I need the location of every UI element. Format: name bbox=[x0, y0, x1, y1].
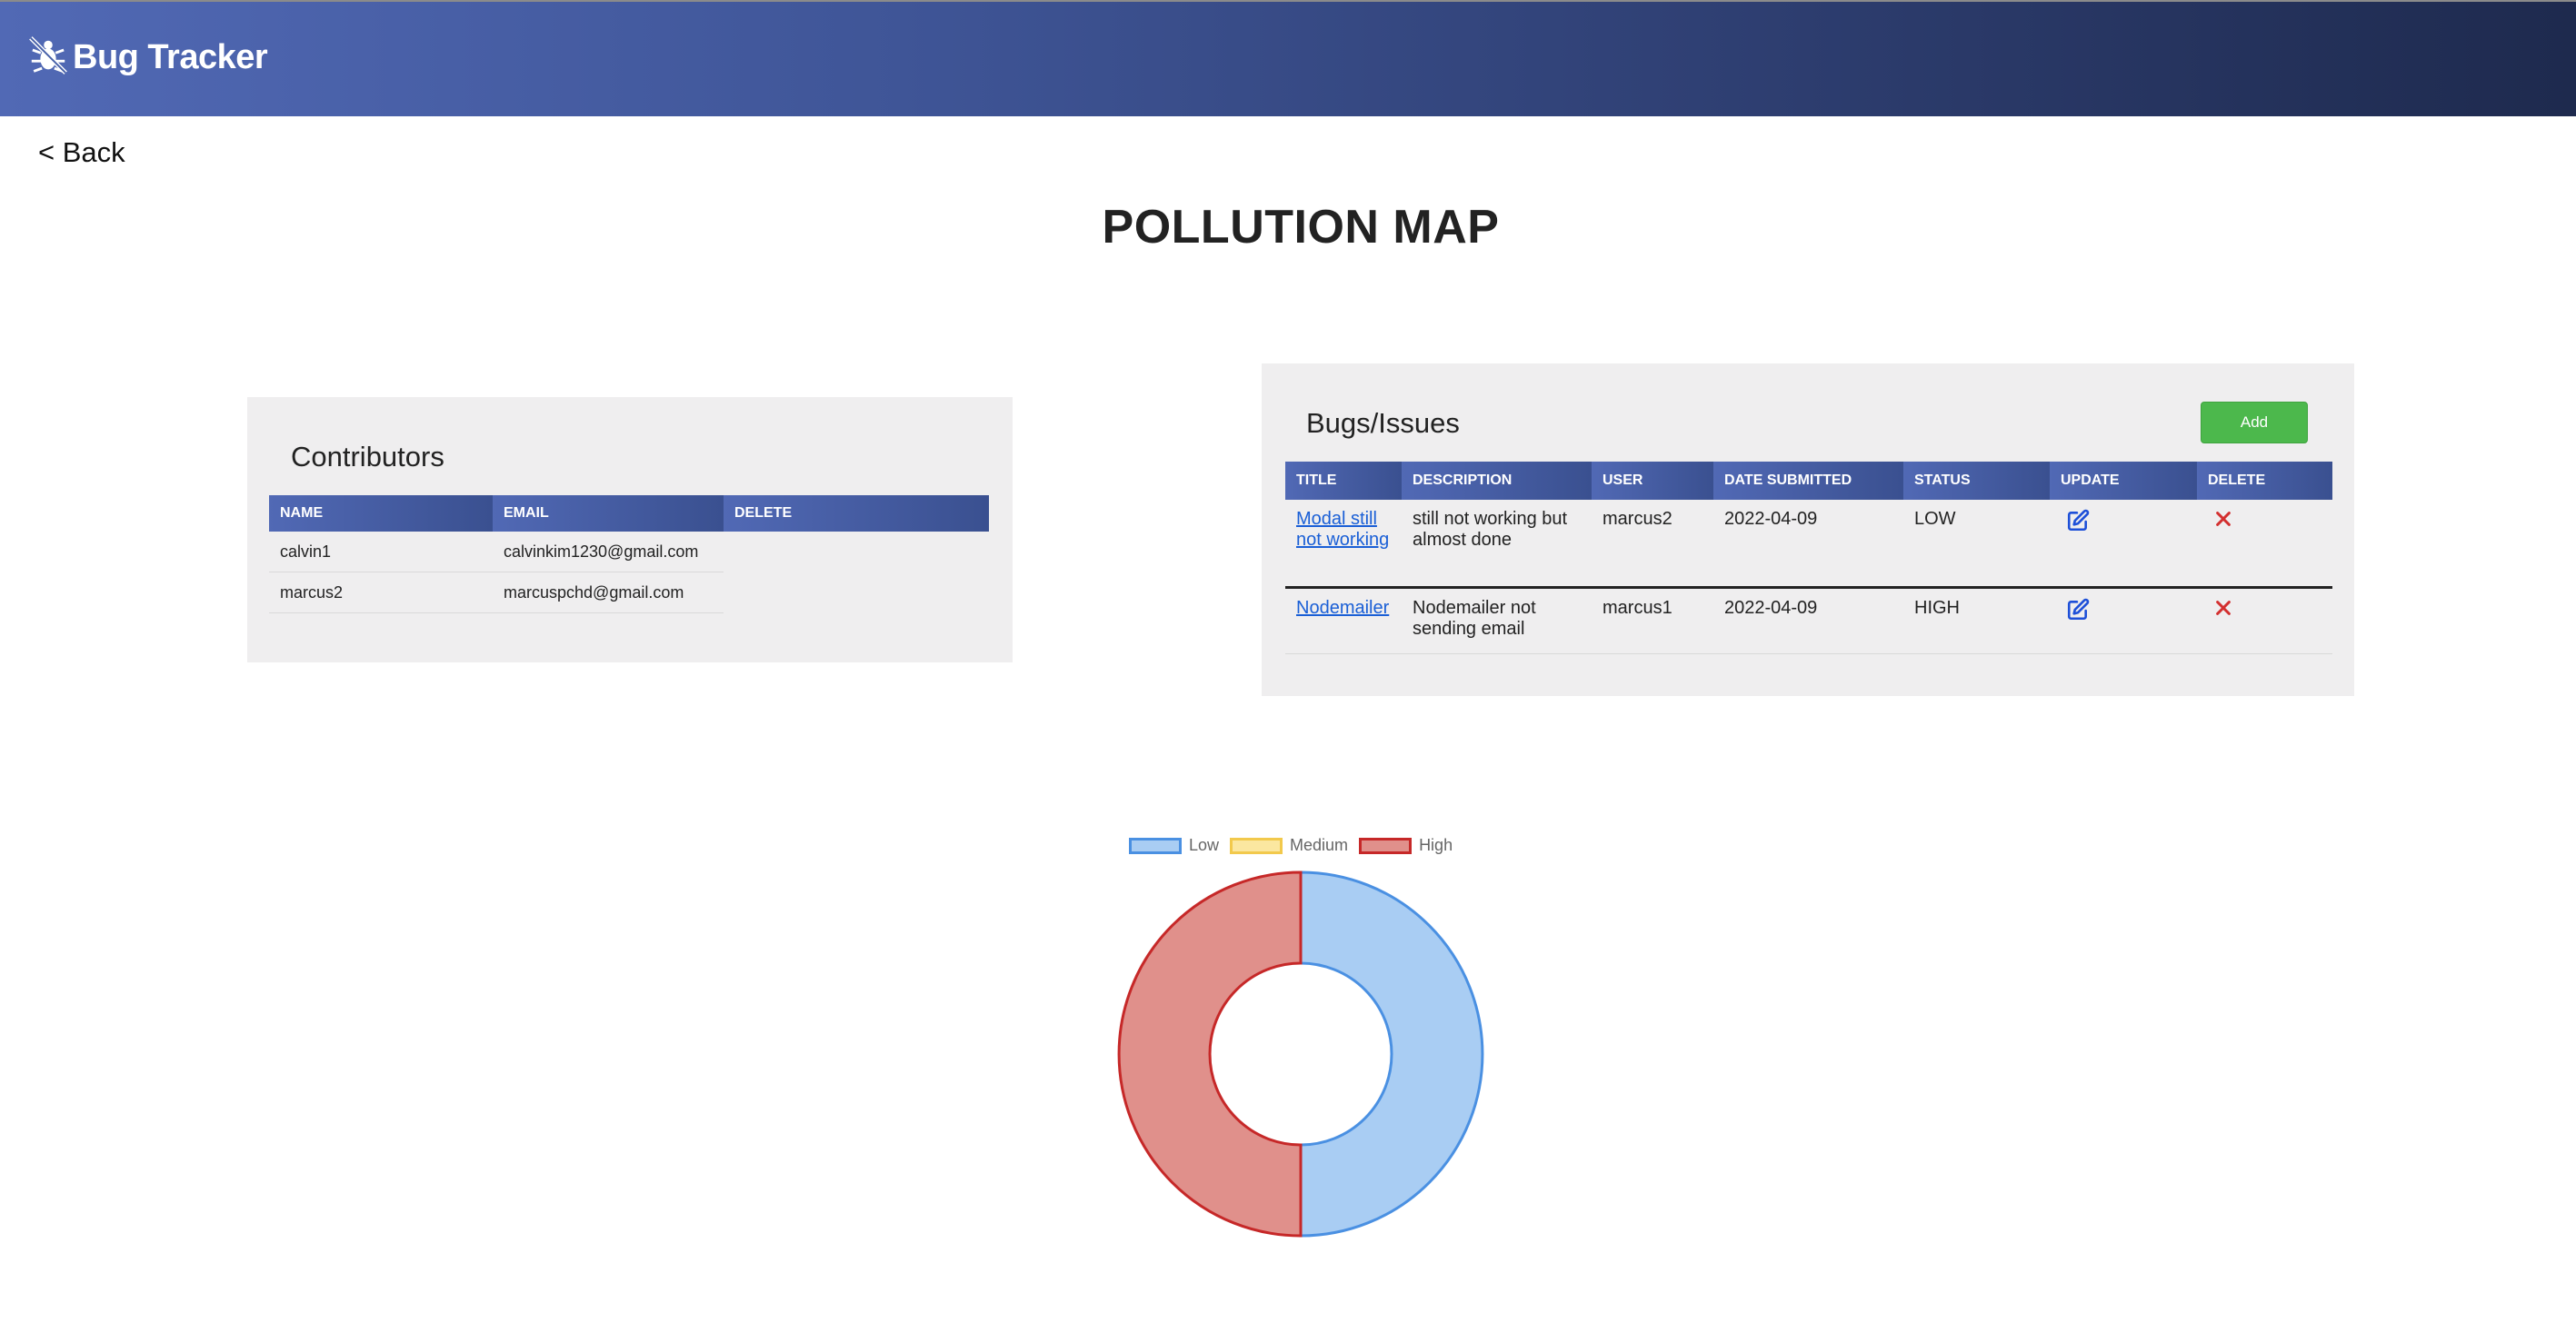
legend-swatch-high bbox=[1359, 837, 1413, 854]
bug-date: 2022-04-09 bbox=[1713, 587, 1903, 654]
back-link[interactable]: < Back bbox=[38, 136, 125, 169]
edit-icon[interactable] bbox=[2066, 598, 2090, 622]
contributors-title: Contributors bbox=[291, 441, 444, 472]
column-header-date: DATE SUBMITTED bbox=[1713, 462, 1903, 500]
column-header-title: TITLE bbox=[1285, 462, 1402, 500]
column-header-name: NAME bbox=[269, 495, 493, 532]
bugs-card: Bugs/Issues Add TITLE DESCRIPTION USER D… bbox=[1262, 363, 2354, 696]
bug-user: marcus2 bbox=[1592, 500, 1713, 589]
legend-item-high[interactable]: High bbox=[1359, 836, 1453, 855]
table-header-row: TITLE DESCRIPTION USER DATE SUBMITTED ST… bbox=[1285, 462, 2332, 500]
bug-status: LOW bbox=[1903, 500, 2050, 589]
legend-item-medium[interactable]: Medium bbox=[1230, 836, 1348, 855]
column-header-delete: DELETE bbox=[724, 495, 989, 532]
contributors-card: Contributors NAME EMAIL DELETE calvin1 c… bbox=[247, 397, 1013, 662]
contributor-email: calvinkim1230@gmail.com bbox=[493, 532, 724, 572]
contributors-table: NAME EMAIL DELETE calvin1 calvinkim1230@… bbox=[269, 495, 989, 613]
bug-status: HIGH bbox=[1903, 587, 2050, 654]
bug-title-link[interactable]: Nodemailer bbox=[1296, 598, 1389, 618]
add-bug-button[interactable]: Add bbox=[2201, 402, 2308, 443]
table-row: Nodemailer Nodemailer not sending email … bbox=[1285, 587, 2332, 654]
legend-item-low[interactable]: Low bbox=[1129, 836, 1219, 855]
table-row: marcus2 marcuspchd@gmail.com bbox=[269, 572, 989, 613]
bug-title-link[interactable]: Modal still not working bbox=[1296, 509, 1389, 550]
legend-swatch-low bbox=[1129, 837, 1182, 854]
legend-label-low: Low bbox=[1189, 836, 1220, 854]
table-row: calvin1 calvinkim1230@gmail.com bbox=[269, 532, 989, 572]
brand[interactable]: Bug Tracker bbox=[27, 35, 268, 81]
page-title: POLLUTION MAP bbox=[1102, 201, 1500, 254]
doughnut-slice-low[interactable] bbox=[1299, 870, 1484, 1238]
status-doughnut-chart bbox=[1117, 870, 1484, 1238]
contributor-delete-cell bbox=[724, 532, 989, 572]
bug-description: still not working but almost done bbox=[1402, 500, 1592, 589]
brand-name: Bug Tracker bbox=[73, 38, 268, 76]
bug-user: marcus1 bbox=[1592, 587, 1713, 654]
close-icon[interactable] bbox=[2213, 509, 2233, 529]
table-row: Modal still not working still not workin… bbox=[1285, 500, 2332, 589]
column-header-description: DESCRIPTION bbox=[1402, 462, 1592, 500]
close-icon[interactable] bbox=[2213, 598, 2233, 618]
contributor-name: calvin1 bbox=[269, 532, 493, 572]
bug-date: 2022-04-09 bbox=[1713, 500, 1903, 589]
contributor-delete-cell bbox=[724, 572, 989, 613]
column-header-status: STATUS bbox=[1903, 462, 2050, 500]
column-header-user: USER bbox=[1592, 462, 1713, 500]
table-header-row: NAME EMAIL DELETE bbox=[269, 495, 989, 532]
doughnut-slice-high[interactable] bbox=[1117, 870, 1303, 1238]
bug-description: Nodemailer not sending email bbox=[1402, 587, 1592, 654]
navbar: Bug Tracker bbox=[0, 0, 2576, 116]
bugs-title: Bugs/Issues bbox=[1306, 407, 1460, 439]
edit-icon[interactable] bbox=[2066, 509, 2090, 532]
column-header-email: EMAIL bbox=[493, 495, 724, 532]
legend-swatch-medium bbox=[1230, 837, 1283, 854]
contributor-email: marcuspchd@gmail.com bbox=[493, 572, 724, 613]
bug-icon bbox=[27, 35, 69, 81]
column-header-delete: DELETE bbox=[2197, 462, 2332, 500]
legend-label-medium: Medium bbox=[1290, 836, 1349, 854]
legend-label-high: High bbox=[1419, 836, 1453, 854]
contributor-name: marcus2 bbox=[269, 572, 493, 613]
bugs-table: TITLE DESCRIPTION USER DATE SUBMITTED ST… bbox=[1285, 462, 2332, 654]
chart-legend: Low Medium High bbox=[1129, 836, 1463, 855]
column-header-update: UPDATE bbox=[2050, 462, 2197, 500]
